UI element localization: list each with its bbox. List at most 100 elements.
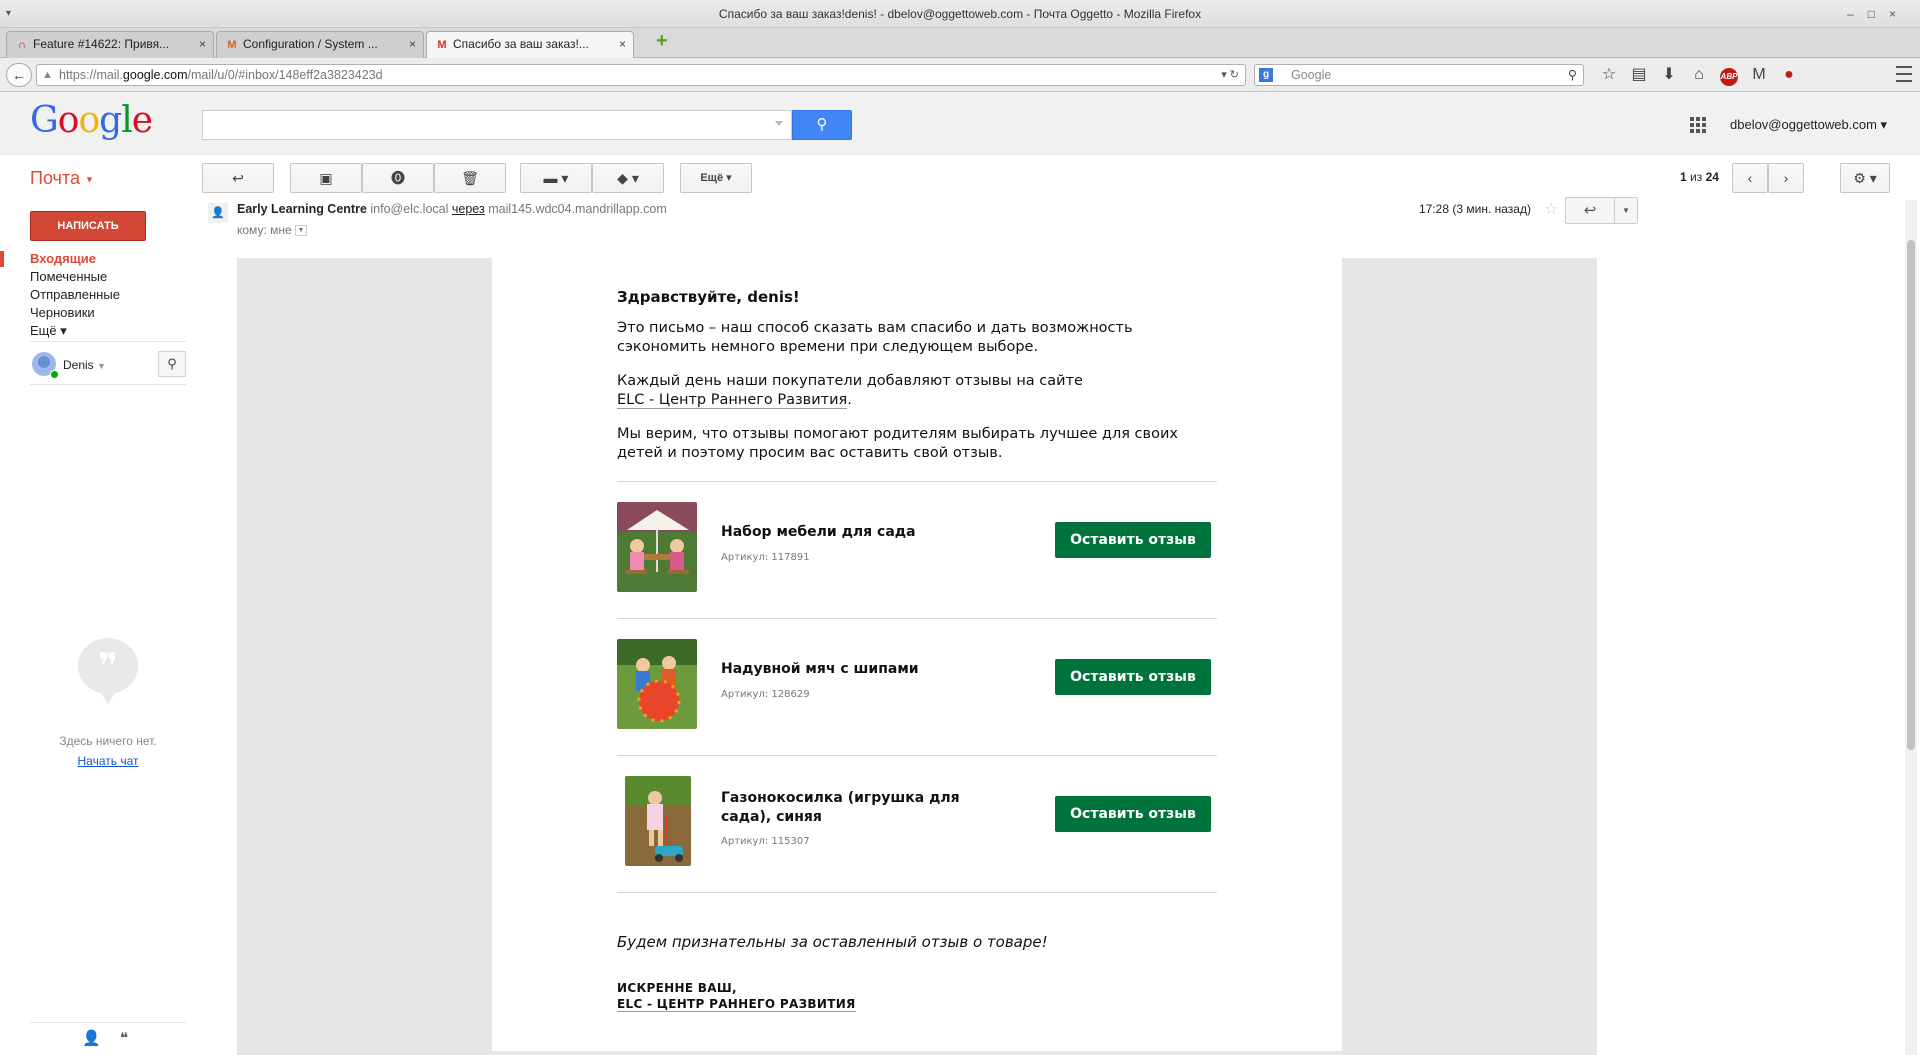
- sender-avatar-icon: 👤: [208, 203, 228, 223]
- divider: [30, 341, 186, 342]
- page-scrollbar[interactable]: [1905, 200, 1917, 1055]
- reply-button[interactable]: ↩: [1565, 197, 1615, 224]
- close-tab-icon[interactable]: ×: [409, 32, 416, 57]
- window-titlebar: ▾ Спасибо за ваш заказ!denis! - dbelov@o…: [0, 0, 1920, 28]
- toolbar-icons: ☆ ▤ ⬇ ⌂ ABP M ●: [1594, 64, 1804, 86]
- home-icon[interactable]: ⌂: [1684, 64, 1714, 86]
- chat-search-icon[interactable]: ⚲: [158, 351, 186, 377]
- divider: [617, 892, 1217, 893]
- product-sku: Артикул: 128629: [721, 689, 810, 700]
- reload-icon[interactable]: ▾ ↻: [1221, 65, 1239, 85]
- sender-email: info@elc.local: [370, 202, 449, 216]
- scrollbar-thumb[interactable]: [1907, 240, 1915, 750]
- settings-gear-icon[interactable]: ⚙ ▾: [1840, 163, 1890, 193]
- chat-empty-text: Здесь ничего нет.: [59, 734, 157, 748]
- nav-more[interactable]: Ещё ▾: [30, 323, 67, 339]
- google-logo[interactable]: Google: [30, 100, 153, 141]
- product-name[interactable]: Набор мебели для сада: [721, 523, 981, 542]
- window-controls[interactable]: –□×: [1847, 0, 1910, 28]
- labels-button[interactable]: ◆ ▾: [592, 163, 664, 193]
- mail-menu[interactable]: Почта ▼: [30, 168, 94, 189]
- product-image-garden-furniture[interactable]: [617, 502, 697, 592]
- leave-review-button[interactable]: Оставить отзыв: [1055, 796, 1211, 832]
- mail-search-input[interactable]: [202, 110, 792, 140]
- search-icon[interactable]: ⚲: [1568, 65, 1577, 85]
- product-sku: Артикул: 117891: [721, 552, 810, 563]
- apps-grid-icon[interactable]: [1690, 117, 1706, 133]
- bookmarks-list-icon[interactable]: ▤: [1624, 64, 1654, 86]
- leave-review-button[interactable]: Оставить отзыв: [1055, 659, 1211, 695]
- message-more-button[interactable]: ▼: [1614, 197, 1638, 224]
- tab-label: Feature #14622: Привя...: [33, 37, 170, 51]
- mail-search-button[interactable]: ⚲: [792, 110, 852, 140]
- url-prefix: https://mail.: [59, 68, 123, 82]
- menu-icon[interactable]: [1896, 66, 1912, 82]
- url-path: /mail/u/0/#inbox/148eff2a3823423d: [187, 68, 383, 82]
- new-tab-button[interactable]: +: [656, 31, 674, 51]
- show-details-icon[interactable]: ▼: [295, 225, 308, 237]
- back-to-inbox-button[interactable]: ↩: [202, 163, 274, 193]
- newer-button[interactable]: ‹: [1732, 163, 1768, 193]
- close-tab-icon[interactable]: ×: [199, 32, 206, 57]
- older-button[interactable]: ›: [1768, 163, 1804, 193]
- tab-label: Configuration / System ...: [243, 37, 378, 51]
- tab-bar: ∩ Feature #14622: Привя... × M Configura…: [0, 28, 1920, 58]
- star-icon[interactable]: ☆: [1544, 199, 1558, 219]
- start-chat-link[interactable]: Начать чат: [30, 754, 186, 768]
- nav-bar: ← ▲ https://mail.google.com/mail/u/0/#in…: [0, 58, 1920, 92]
- product-name[interactable]: Газонокосилка (игрушка для сада), синяя: [721, 789, 981, 827]
- product-image-inflatable-ball[interactable]: [617, 639, 697, 729]
- url-bar[interactable]: ▲ https://mail.google.com/mail/u/0/#inbo…: [36, 64, 1246, 86]
- message-time: 17:28 (3 мин. назад): [1419, 202, 1531, 216]
- leave-review-button[interactable]: Оставить отзыв: [1055, 522, 1211, 558]
- product-row: Надувной мяч с шипами Артикул: 128629 Ос…: [617, 619, 1217, 755]
- compose-button[interactable]: НАПИСАТЬ: [30, 211, 146, 241]
- email-paragraph-2: Каждый день наши покупатели добавляют от…: [617, 373, 1083, 409]
- account-menu[interactable]: dbelov@oggettoweb.com ▾: [1730, 117, 1887, 133]
- archive-button[interactable]: ▣: [290, 163, 362, 193]
- close-tab-icon[interactable]: ×: [619, 32, 626, 57]
- gmail-checker-icon[interactable]: M: [1744, 64, 1774, 86]
- move-to-button[interactable]: ▬ ▾: [520, 163, 592, 193]
- google-engine-icon[interactable]: g: [1259, 68, 1273, 82]
- window-menu-icon[interactable]: ▾: [6, 0, 11, 28]
- redmine-icon: ∩: [18, 39, 26, 51]
- tab-redmine[interactable]: ∩ Feature #14622: Привя... ×: [6, 31, 214, 58]
- email-card: Здравствуйте, denis! Это письмо – наш сп…: [492, 258, 1342, 1051]
- search-bar[interactable]: g Google ⚲: [1254, 64, 1584, 86]
- hangouts-icon: ❞: [78, 638, 138, 704]
- email-paragraph-1: Это письмо – наш способ сказать вам спас…: [617, 320, 1133, 355]
- product-row: Набор мебели для сада Артикул: 117891 Ос…: [617, 482, 1217, 618]
- product-name[interactable]: Надувной мяч с шипами: [721, 660, 981, 679]
- chat-user-name[interactable]: Denis ▼: [63, 358, 106, 372]
- divider: [30, 384, 186, 385]
- signature-link[interactable]: ELC - ЦЕНТР РАННЕГО РАЗВИТИЯ: [617, 997, 856, 1012]
- nav-drafts[interactable]: Черновики: [30, 305, 95, 320]
- more-actions-button[interactable]: Ещё ▾: [680, 163, 752, 193]
- via-link[interactable]: через: [452, 202, 485, 216]
- tab-gmail[interactable]: M Спасибо за ваш заказ!... ×: [426, 31, 634, 58]
- nav-sent[interactable]: Отправленные: [30, 287, 120, 302]
- download-icon[interactable]: ⬇: [1654, 64, 1684, 86]
- tab-magento[interactable]: M Configuration / System ... ×: [216, 31, 424, 58]
- delete-button[interactable]: 🗑: [434, 163, 506, 193]
- search-options-icon[interactable]: [775, 121, 783, 126]
- contacts-icon[interactable]: 👤: [82, 1029, 101, 1047]
- email-paragraph-3: Мы верим, что отзывы помогают родителям …: [617, 426, 1178, 461]
- addon-icon[interactable]: ●: [1774, 64, 1804, 86]
- gmail-icon: M: [437, 39, 447, 51]
- bookmark-star-icon[interactable]: ☆: [1594, 64, 1624, 86]
- product-image-lawnmower[interactable]: [625, 776, 691, 866]
- report-spam-button[interactable]: ⓿: [362, 163, 434, 193]
- elc-site-link[interactable]: ELC - Центр Раннего Развития: [617, 392, 848, 409]
- tab-label: Спасибо за ваш заказ!...: [453, 37, 589, 51]
- adblock-icon[interactable]: ABP: [1714, 64, 1744, 86]
- email-signoff: ИСКРЕННЕ ВАШ,: [617, 981, 737, 995]
- sender-name[interactable]: Early Learning Centre: [237, 202, 367, 216]
- hangouts-tab-icon[interactable]: ❝: [120, 1029, 128, 1047]
- back-button[interactable]: ←: [6, 63, 32, 87]
- pager-text: 1 из 24: [1680, 170, 1719, 184]
- nav-starred[interactable]: Помеченные: [30, 269, 107, 284]
- nav-inbox[interactable]: Входящие: [30, 251, 96, 266]
- recipient-line[interactable]: кому: мне ▼: [237, 223, 308, 237]
